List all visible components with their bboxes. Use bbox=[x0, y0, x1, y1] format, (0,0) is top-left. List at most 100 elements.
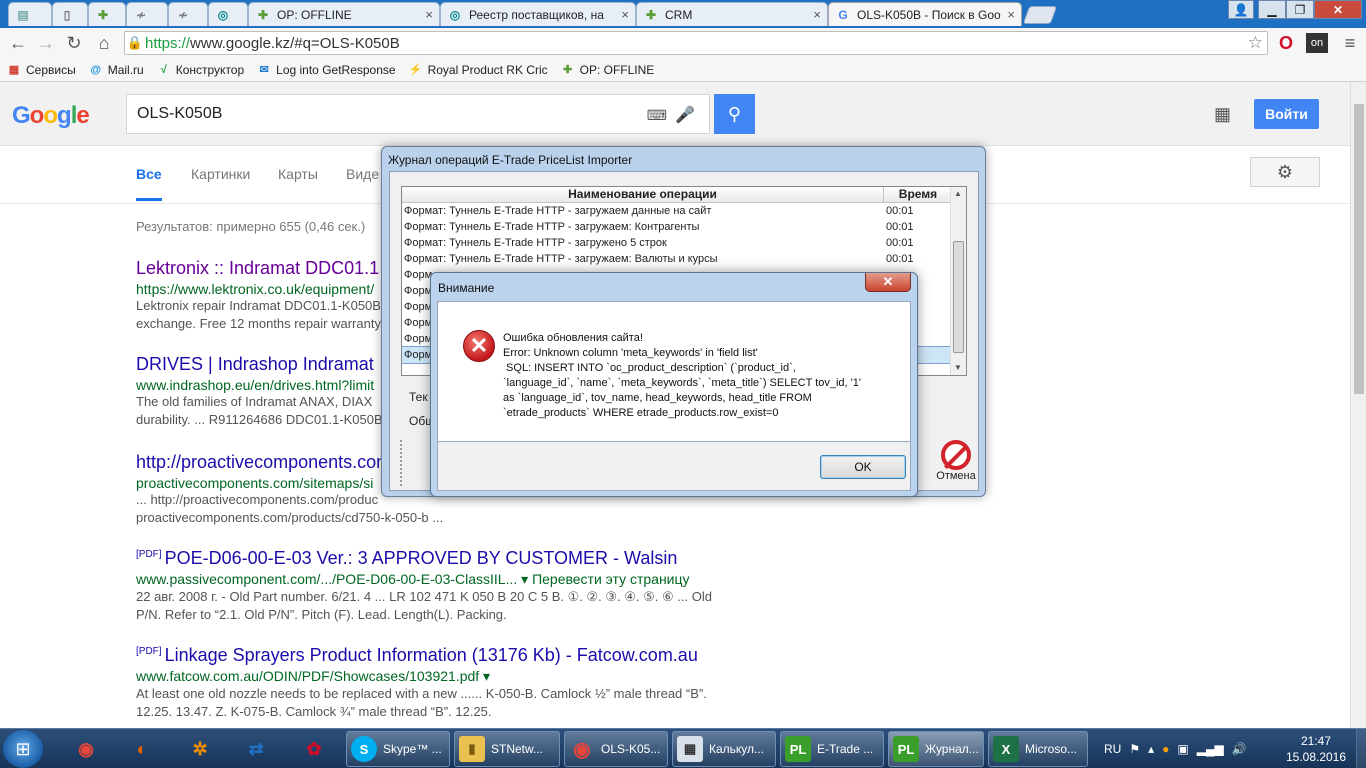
firefox-icon[interactable]: ◐ bbox=[124, 733, 160, 765]
chrome-icon[interactable]: ◉ bbox=[68, 733, 104, 765]
scroll-up-icon[interactable]: ▲ bbox=[954, 189, 962, 198]
dialog-close-button[interactable]: ✕ bbox=[865, 273, 911, 292]
home-icon[interactable]: ⌂ bbox=[92, 31, 116, 55]
taskbar-item-label: E-Trade ... bbox=[817, 742, 874, 756]
error-message-line: SQL: INSERT INTO `oc_product_description… bbox=[503, 362, 796, 374]
taskbar-item-folder[interactable]: ▮ STNetw... bbox=[454, 731, 560, 767]
maximize-button[interactable]: ❐ bbox=[1286, 0, 1314, 19]
dialog-title: Внимание bbox=[438, 281, 495, 295]
user-icon[interactable]: 👤 bbox=[1228, 0, 1254, 19]
list-scrollbar[interactable]: ▲ ▼ bbox=[950, 187, 966, 375]
taskbar-item-skype[interactable]: S Skype™ ... bbox=[346, 731, 450, 767]
microphone-icon[interactable]: 🎤 bbox=[675, 105, 695, 125]
taskbar-item-journal[interactable]: PL Журнал... bbox=[888, 731, 984, 767]
extension-on-icon[interactable]: on bbox=[1306, 33, 1328, 53]
cancel-button[interactable]: Отмена bbox=[934, 440, 978, 486]
device-icon[interactable]: ▣ bbox=[1177, 742, 1188, 756]
tab-videos[interactable]: Виде bbox=[346, 166, 379, 182]
antivirus-icon[interactable]: ● bbox=[1162, 742, 1169, 756]
translate-link[interactable]: Перевести эту страницу bbox=[532, 571, 689, 587]
browser-tab[interactable]: ≁ bbox=[168, 2, 208, 26]
result-title-link[interactable]: POE-D06-00-E-03 Ver.: 3 APPROVED BY CUST… bbox=[165, 548, 678, 568]
column-header-name[interactable]: Наименование операции bbox=[402, 187, 884, 202]
volume-icon[interactable]: 🔊 bbox=[1232, 742, 1247, 756]
browser-tab[interactable]: ▤ bbox=[8, 2, 52, 26]
lifebuoy-icon[interactable]: ✲ bbox=[182, 733, 218, 765]
operation-time: 00:01 bbox=[886, 221, 914, 233]
ok-button[interactable]: OK bbox=[820, 455, 906, 479]
apps-grid-icon[interactable]: ▦ bbox=[1214, 104, 1234, 124]
taskbar-item-etrade[interactable]: PL E-Trade ... bbox=[780, 731, 884, 767]
forward-arrow-icon[interactable]: → bbox=[34, 31, 58, 55]
tab-all[interactable]: Все bbox=[136, 166, 162, 201]
list-item[interactable]: Формат: Туннель E-Trade HTTP - загружаем… bbox=[402, 219, 966, 235]
tab-images[interactable]: Картинки bbox=[191, 166, 250, 182]
back-arrow-icon[interactable]: ← bbox=[6, 31, 30, 55]
bookmark-constructor[interactable]: √ Конструктор bbox=[156, 62, 244, 78]
menu-icon[interactable]: ≡ bbox=[1338, 31, 1362, 55]
bookmark-op-offline[interactable]: ✚ OP: OFFLINE bbox=[560, 62, 654, 78]
browser-tab-op-offline[interactable]: ✚ OP: OFFLINE × bbox=[248, 2, 440, 26]
search-input[interactable]: OLS-K050B ⌨ 🎤 bbox=[126, 94, 710, 134]
huawei-icon[interactable]: ✿ bbox=[296, 733, 332, 765]
page-scrollbar[interactable] bbox=[1350, 82, 1366, 728]
address-bar[interactable]: 🔒 https:// www.google.kz/#q=OLS-K050B ☆ bbox=[124, 31, 1268, 55]
bookmark-royal-product[interactable]: ⚡ Royal Product RK Cric bbox=[408, 62, 548, 78]
bookmark-services[interactable]: ▦ Сервисы bbox=[6, 62, 76, 78]
browser-tab-google-search[interactable]: G OLS-K050B - Поиск в Goo × bbox=[828, 2, 1022, 26]
language-indicator[interactable]: RU bbox=[1104, 742, 1121, 756]
tab-maps[interactable]: Карты bbox=[278, 166, 318, 182]
taskbar-item-label: Калькул... bbox=[709, 742, 765, 756]
scrollbar-thumb[interactable] bbox=[1354, 104, 1364, 394]
taskbar-item-calculator[interactable]: ▦ Калькул... bbox=[672, 731, 776, 767]
bookmark-mailru[interactable]: @ Mail.ru bbox=[88, 62, 143, 78]
column-header-time[interactable]: Время bbox=[884, 187, 952, 202]
new-tab-button[interactable] bbox=[1022, 6, 1058, 24]
browser-tab-strip: ▤ ▯ ✚ ≁ ≁ ◎ ✚ OP: OFFLINE × ◎ Реестр пос… bbox=[0, 0, 1366, 28]
star-icon[interactable]: ☆ bbox=[1248, 33, 1263, 53]
browser-tab[interactable]: ✚ bbox=[88, 2, 126, 26]
browser-tab-crm[interactable]: ✚ CRM × bbox=[636, 2, 828, 26]
show-hidden-icons[interactable]: ▴ bbox=[1148, 742, 1154, 756]
close-icon[interactable]: × bbox=[813, 7, 821, 22]
envelope-icon: ✉ bbox=[259, 64, 269, 76]
warning-dialog: Внимание ✕ ✕ Ошибка обновления сайта! Er… bbox=[430, 272, 918, 497]
start-button[interactable]: ⊞ bbox=[3, 730, 43, 768]
window-close-button[interactable]: ✕ bbox=[1314, 0, 1362, 19]
keyboard-icon[interactable]: ⌨ bbox=[647, 107, 667, 124]
close-icon[interactable]: × bbox=[425, 7, 433, 22]
browser-tab[interactable]: ◎ bbox=[208, 2, 248, 26]
flag-icon[interactable]: ⚑ bbox=[1129, 742, 1140, 756]
ring-icon: ◎ bbox=[449, 7, 461, 22]
gear-icon[interactable]: ⚙ bbox=[1250, 157, 1320, 187]
network-icon[interactable]: ▂▄▆ bbox=[1197, 742, 1224, 756]
show-desktop-button[interactable] bbox=[1356, 729, 1366, 768]
google-logo[interactable]: Google bbox=[12, 102, 90, 130]
close-icon[interactable]: × bbox=[621, 7, 629, 22]
browser-tab-registry[interactable]: ◎ Реестр поставщиков, на × bbox=[440, 2, 636, 26]
taskbar-item-excel[interactable]: X Microso... bbox=[988, 731, 1088, 767]
browser-tab[interactable]: ≁ bbox=[126, 2, 168, 26]
taskbar-item-label: Skype™ ... bbox=[383, 742, 442, 756]
close-icon[interactable]: × bbox=[1007, 7, 1015, 22]
sign-in-button[interactable]: Войти bbox=[1254, 99, 1319, 129]
excel-icon: X bbox=[993, 736, 1019, 762]
page-icon: ▤ bbox=[17, 7, 29, 22]
bookmark-label: Log into GetResponse bbox=[276, 62, 396, 77]
bookmark-getresponse[interactable]: ✉ Log into GetResponse bbox=[256, 62, 396, 78]
list-header: Наименование операции Время bbox=[402, 187, 966, 203]
minimize-button[interactable]: ▁ bbox=[1258, 0, 1286, 19]
teamviewer-icon[interactable]: ⇄ bbox=[238, 733, 274, 765]
scroll-down-icon[interactable]: ▼ bbox=[954, 363, 962, 372]
browser-tab[interactable]: ▯ bbox=[52, 2, 88, 26]
clock[interactable]: 21:47 15.08.2016 bbox=[1280, 733, 1352, 765]
result-title-link[interactable]: Linkage Sprayers Product Information (13… bbox=[165, 645, 698, 665]
taskbar-item-chrome[interactable]: ◉ OLS-K05... bbox=[564, 731, 668, 767]
search-button[interactable]: ⚲ bbox=[714, 94, 755, 134]
list-item[interactable]: Формат: Туннель E-Trade HTTP - загружаем… bbox=[402, 251, 966, 267]
list-item[interactable]: Формат: Туннель E-Trade HTTP - загружаем… bbox=[402, 203, 966, 219]
reload-icon[interactable]: ↻ bbox=[62, 31, 86, 55]
scrollbar-thumb[interactable] bbox=[953, 241, 964, 353]
opera-icon[interactable]: O bbox=[1274, 31, 1298, 55]
list-item[interactable]: Формат: Туннель E-Trade HTTP - загружено… bbox=[402, 235, 966, 251]
